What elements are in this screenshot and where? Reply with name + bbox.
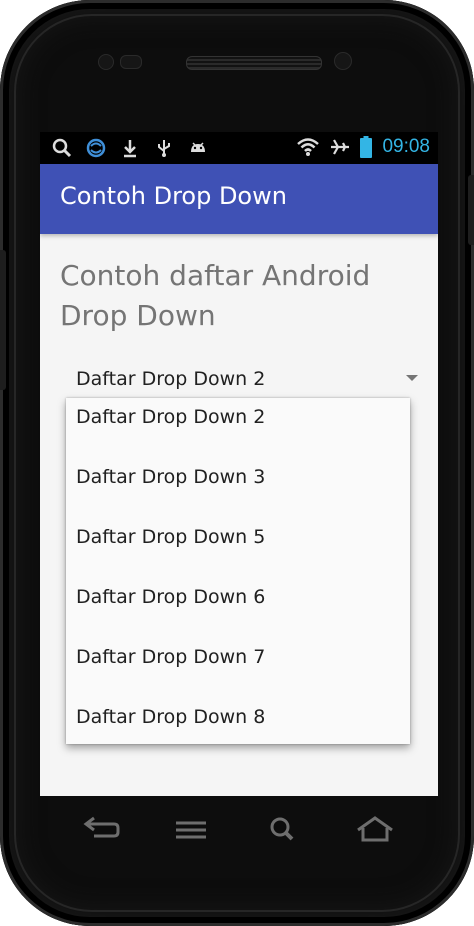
usb-icon bbox=[158, 140, 170, 157]
battery-icon bbox=[360, 136, 373, 158]
navigation-bar bbox=[0, 810, 474, 870]
dropdown-list: Daftar Drop Down 2 Daftar Drop Down 3 Da… bbox=[66, 398, 410, 744]
drop-down-spinner[interactable]: Daftar Drop Down 2 bbox=[66, 364, 418, 394]
earpiece-speaker bbox=[186, 56, 322, 70]
dropdown-item-label: Daftar Drop Down 2 bbox=[76, 406, 266, 428]
front-camera bbox=[98, 54, 114, 70]
dropdown-arrow-icon bbox=[406, 375, 418, 381]
proximity-sensor bbox=[120, 55, 142, 69]
dropdown-item[interactable]: Daftar Drop Down 8 bbox=[66, 698, 410, 758]
home-icon[interactable] bbox=[350, 810, 400, 850]
menu-icon[interactable] bbox=[166, 810, 216, 850]
android-icon bbox=[191, 142, 205, 152]
dropdown-item[interactable]: Daftar Drop Down 7 bbox=[66, 638, 410, 698]
status-bar: 09:08 bbox=[40, 132, 438, 164]
wifi-icon bbox=[297, 138, 320, 156]
dropdown-item[interactable]: Daftar Drop Down 6 bbox=[66, 578, 410, 638]
dropdown-item-label: Daftar Drop Down 7 bbox=[76, 646, 266, 668]
dropdown-item[interactable]: Daftar Drop Down 2 bbox=[66, 398, 410, 458]
phone-frame: 09:08 Contoh Drop Down Contoh daftar And… bbox=[0, 0, 474, 926]
back-icon[interactable] bbox=[74, 810, 124, 850]
airplane-icon bbox=[331, 139, 350, 155]
spinner-selected-value: Daftar Drop Down 2 bbox=[76, 368, 266, 390]
dropdown-item[interactable]: Daftar Drop Down 5 bbox=[66, 518, 410, 578]
power-button bbox=[468, 175, 474, 245]
dropdown-item-label: Daftar Drop Down 8 bbox=[76, 706, 266, 728]
dropdown-item-label: Daftar Drop Down 6 bbox=[76, 586, 266, 608]
download-icon bbox=[124, 140, 136, 158]
app-bar: Contoh Drop Down bbox=[40, 164, 438, 234]
app-bar-title: Contoh Drop Down bbox=[60, 182, 287, 210]
status-time: 09:08 bbox=[382, 136, 430, 157]
search-icon[interactable] bbox=[258, 810, 308, 850]
search-icon bbox=[52, 138, 72, 158]
dropdown-item-label: Daftar Drop Down 3 bbox=[76, 466, 266, 488]
dropdown-item[interactable]: Daftar Drop Down 3 bbox=[66, 458, 410, 518]
screen: 09:08 Contoh Drop Down Contoh daftar And… bbox=[40, 132, 438, 796]
dropdown-item-label: Daftar Drop Down 5 bbox=[76, 526, 266, 548]
sync-icon bbox=[86, 138, 106, 158]
page-heading: Contoh daftar Android Drop Down bbox=[60, 259, 371, 332]
light-sensor bbox=[334, 52, 352, 70]
volume-button bbox=[0, 250, 6, 390]
